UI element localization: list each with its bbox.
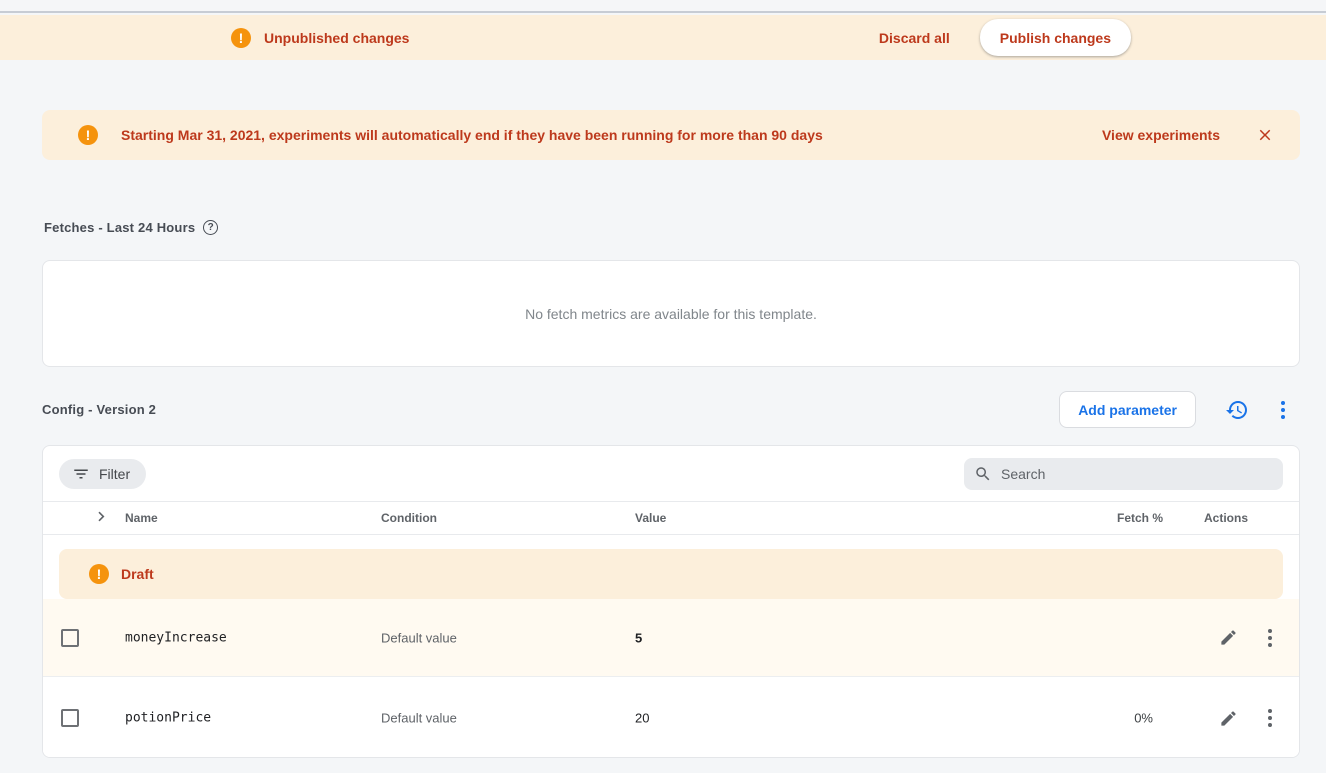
config-header: Config - Version 2 Add parameter xyxy=(42,391,1300,428)
filter-button[interactable]: Filter xyxy=(59,459,146,489)
row-checkbox[interactable] xyxy=(61,709,79,727)
row-checkbox[interactable] xyxy=(61,629,79,647)
table-toolbar: Filter xyxy=(43,446,1299,501)
warning-icon: ! xyxy=(89,564,109,584)
search-box xyxy=(964,458,1283,490)
search-icon xyxy=(974,465,992,483)
remote-config-page: ! Unpublished changes Discard all Publis… xyxy=(0,0,1326,773)
column-header-actions: Actions xyxy=(1204,511,1248,525)
parameter-value: 20 xyxy=(635,711,649,726)
draft-status-band: ! Draft xyxy=(59,549,1283,599)
more-options-icon[interactable] xyxy=(1266,393,1300,427)
row-more-options-icon[interactable] xyxy=(1253,621,1287,655)
experiments-notice-banner: ! Starting Mar 31, 2021, experiments wil… xyxy=(42,110,1300,160)
config-title-text: Config - Version 2 xyxy=(42,402,156,417)
parameter-fetch-percent: 0% xyxy=(1033,711,1153,726)
parameter-condition: Default value xyxy=(381,630,457,645)
discard-all-button[interactable]: Discard all xyxy=(875,24,954,52)
help-icon[interactable]: ? xyxy=(203,220,218,235)
parameter-condition: Default value xyxy=(381,711,457,726)
notice-message: Starting Mar 31, 2021, experiments will … xyxy=(121,127,823,143)
column-header-name: Name xyxy=(125,511,158,525)
edit-icon[interactable] xyxy=(1211,621,1245,655)
column-header-value: Value xyxy=(635,511,666,525)
fetches-title-text: Fetches - Last 24 Hours xyxy=(44,220,195,235)
parameter-name: potionPrice xyxy=(125,711,211,726)
search-input[interactable] xyxy=(1001,466,1273,482)
config-section-title: Config - Version 2 xyxy=(42,402,156,417)
warning-icon: ! xyxy=(231,28,251,48)
parameter-name: moneyIncrease xyxy=(125,630,227,645)
column-header-fetch: Fetch % xyxy=(1043,511,1163,525)
fetch-metrics-card: No fetch metrics are available for this … xyxy=(42,260,1300,367)
config-table-card: Filter Name Condition Value Fetch % Acti… xyxy=(42,445,1300,758)
table-header-row: Name Condition Value Fetch % Actions xyxy=(43,501,1299,535)
filter-label: Filter xyxy=(99,466,130,482)
add-parameter-button[interactable]: Add parameter xyxy=(1059,391,1196,428)
unpublished-changes-bar: ! Unpublished changes Discard all Publis… xyxy=(0,15,1326,60)
draft-label: Draft xyxy=(121,566,154,582)
fetches-section-title: Fetches - Last 24 Hours ? xyxy=(44,220,218,235)
expand-all-chevron-icon[interactable] xyxy=(93,509,109,528)
close-icon[interactable] xyxy=(1254,124,1276,146)
top-strip xyxy=(0,0,1326,13)
publish-changes-button[interactable]: Publish changes xyxy=(980,19,1131,56)
row-more-options-icon[interactable] xyxy=(1253,701,1287,735)
unpublished-changes-label: Unpublished changes xyxy=(264,30,409,46)
column-header-condition: Condition xyxy=(381,511,437,525)
history-icon[interactable] xyxy=(1220,393,1254,427)
table-row[interactable]: potionPrice Default value 20 0% xyxy=(43,677,1299,758)
parameter-value: 5 xyxy=(635,630,642,645)
view-experiments-link[interactable]: View experiments xyxy=(1098,121,1224,149)
edit-icon[interactable] xyxy=(1211,701,1245,735)
empty-fetch-metrics-message: No fetch metrics are available for this … xyxy=(525,306,817,322)
table-row[interactable]: moneyIncrease Default value 5 xyxy=(43,599,1299,677)
warning-icon: ! xyxy=(78,125,98,145)
